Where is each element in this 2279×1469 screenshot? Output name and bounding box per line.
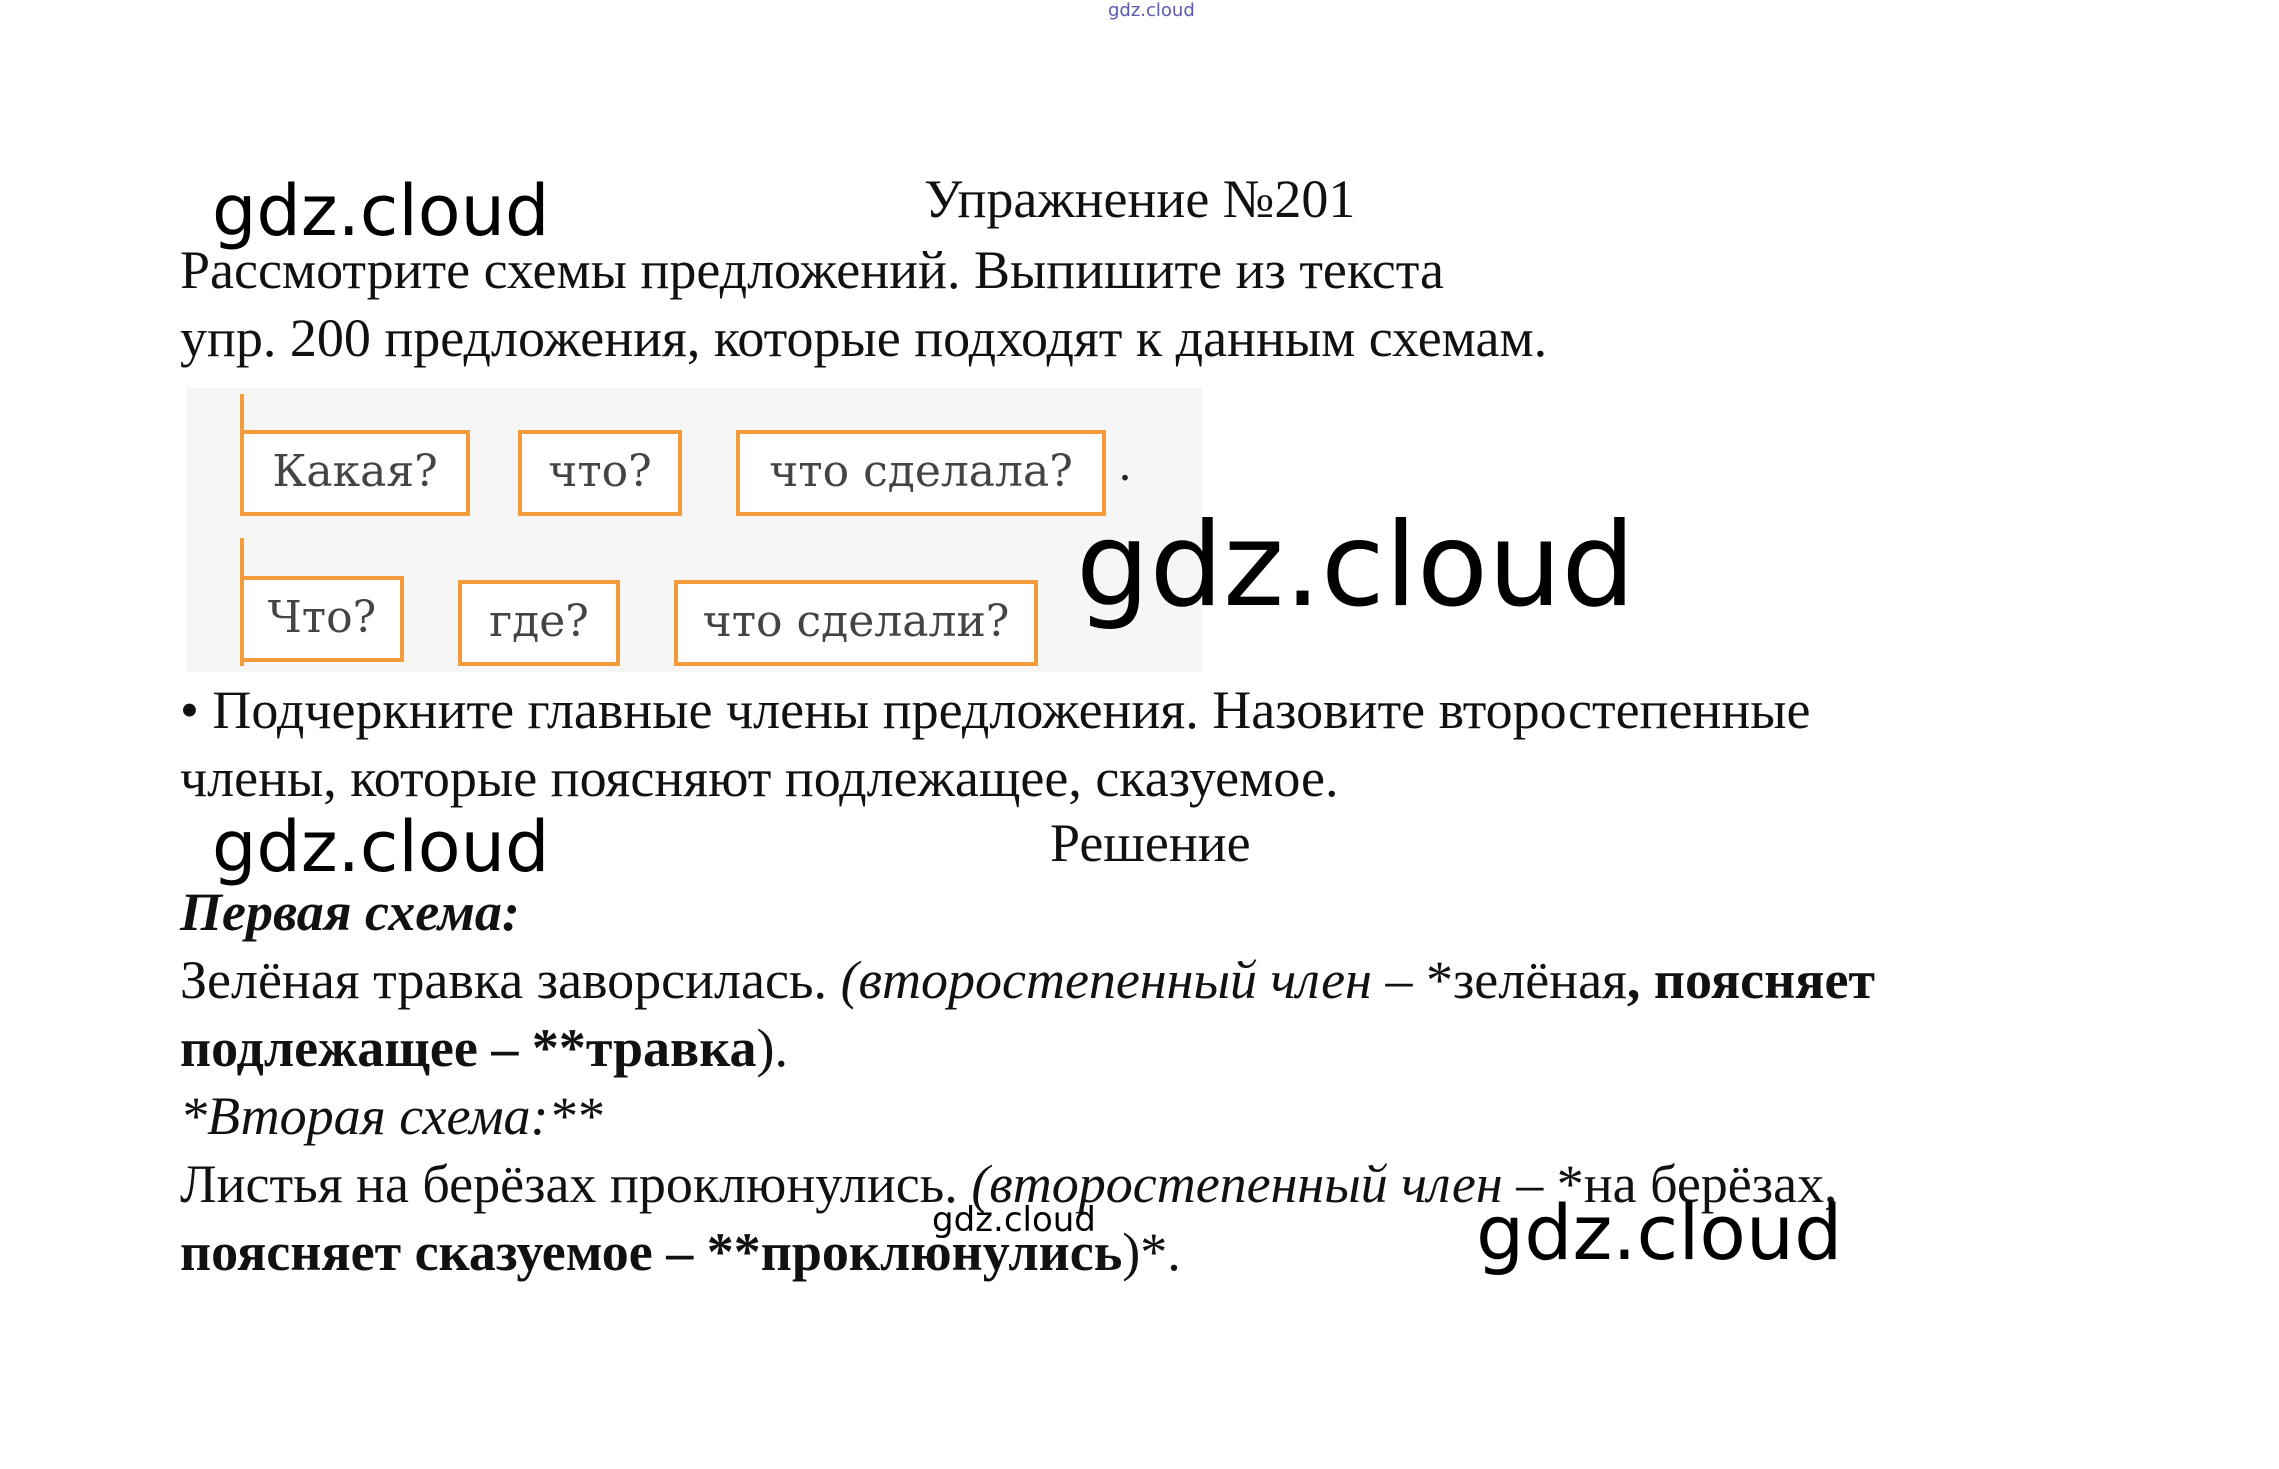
watermark-5: gdz.cloud — [1476, 1188, 1843, 1277]
watermark-2: gdz.cloud — [1076, 498, 1636, 633]
second-sentence: Листья на берёзах проклюнулись. — [180, 1154, 972, 1214]
bullet-line-1: • Подчеркните главные члены предложения.… — [180, 680, 1811, 740]
sentence-schemes: Какая? что? что сделала? . Что? где? что… — [186, 388, 1202, 672]
first-subject: подлежащее – **травка — [180, 1018, 757, 1078]
scheme1-end-dot: . — [1118, 440, 1132, 491]
second-scheme-title: *Вторая схема:** — [180, 1086, 603, 1146]
solution-heading: Решение — [1050, 813, 1251, 873]
task-line-2: упр. 200 предложения, которые подходят к… — [180, 308, 1548, 368]
scheme2-box-1: Что? — [240, 576, 404, 662]
scheme1-box-1: Какая? — [240, 430, 470, 516]
scheme1-box-2: что? — [518, 430, 682, 516]
watermark-3: gdz.cloud — [212, 806, 550, 888]
first-note-italic: (второстепенный член – — [840, 950, 1426, 1010]
bullet-line-2: члены, которые поясняют подлежащее, сказ… — [180, 748, 1339, 808]
scheme2-box-3: что сделали? — [674, 580, 1038, 666]
first-modifier: *зелёная — [1425, 950, 1627, 1010]
exercise-title: Упражнение №201 — [924, 169, 1356, 229]
watermark-top: gdz.cloud — [1108, 0, 1195, 21]
first-answer-line-2: подлежащее – **травка). — [180, 1014, 788, 1082]
task-line-1: Рассмотрите схемы предложений. Выпишите … — [180, 240, 1444, 300]
first-sentence: Зелёная травка заворсилась. — [180, 950, 841, 1010]
watermark-4: gdz.cloud — [932, 1200, 1096, 1240]
scheme2-box-2: где? — [458, 580, 620, 666]
scheme1-box-3: что сделала? — [736, 430, 1106, 516]
first-answer-line-1: Зелёная травка заворсилась. (второстепен… — [180, 946, 1875, 1014]
first-explains: , поясняет — [1626, 950, 1875, 1010]
first-scheme-title: Первая схема: — [180, 882, 520, 942]
first-end: ). — [756, 1018, 788, 1078]
second-end: )*. — [1122, 1222, 1181, 1282]
